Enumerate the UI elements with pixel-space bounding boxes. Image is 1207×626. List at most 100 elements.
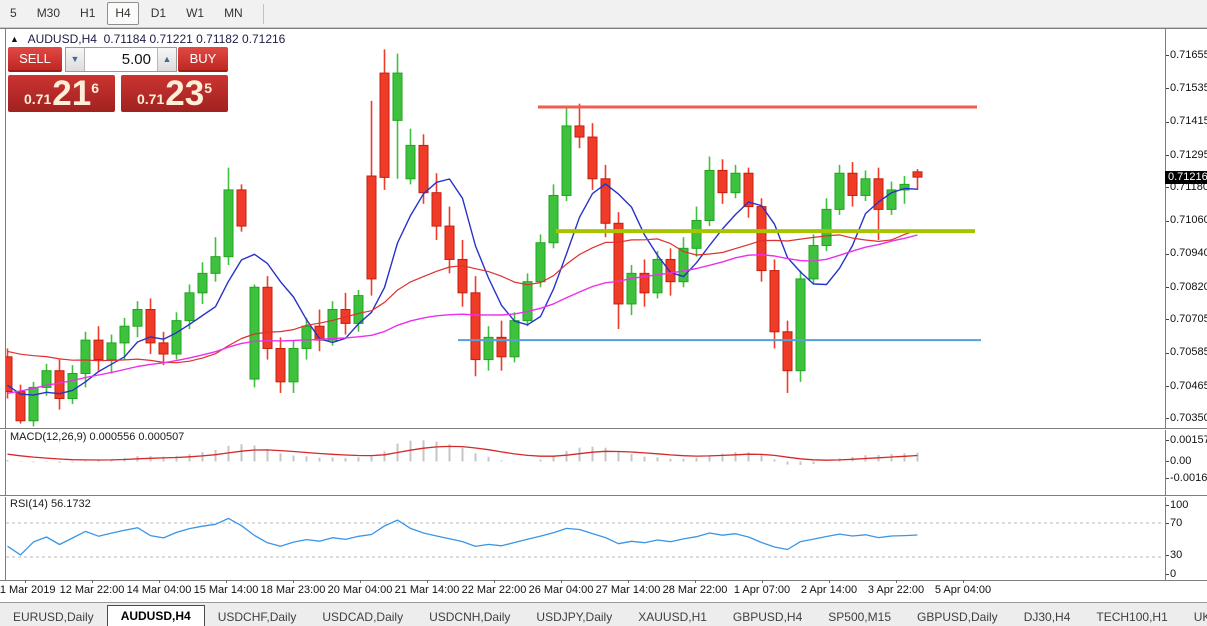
chart-tab-ukc[interactable]: UKC — [1181, 608, 1207, 626]
candle — [379, 49, 390, 190]
time-axis-label: 1 Apr 07:00 — [733, 584, 791, 596]
macd-axis-label: -0.001692 — [1170, 472, 1207, 484]
time-axis-label: 15 Mar 14:00 — [193, 584, 259, 596]
chart-ohlc-values: 0.71184 0.71221 0.71182 0.71216 — [103, 32, 286, 46]
candle — [67, 365, 78, 405]
candle — [912, 169, 923, 190]
candle — [93, 326, 104, 371]
candle — [860, 170, 871, 202]
chart-tab-usdcnh-daily[interactable]: USDCNH,Daily — [416, 608, 523, 626]
price-axis-tick — [1166, 287, 1169, 288]
chart-tab-usdcad-daily[interactable]: USDCAD,Daily — [309, 608, 416, 626]
candle — [470, 276, 481, 377]
timeframe-button-d1[interactable]: D1 — [143, 2, 174, 25]
price-axis-label: 0.70465 — [1170, 380, 1207, 392]
chart-tab-tech100-h1[interactable]: TECH100,H1 — [1083, 608, 1180, 626]
candle — [795, 270, 806, 382]
macd-axis-label: 0.00 — [1170, 455, 1192, 467]
candle — [392, 53, 403, 179]
timeframe-button-5[interactable]: 5 — [2, 2, 25, 25]
price-axis-tick — [1166, 319, 1169, 320]
chart-tab-sp500-m15[interactable]: SP500,M15 — [815, 608, 904, 626]
price-axis-label: 0.71060 — [1170, 214, 1207, 226]
chart-tab-dj30-h4[interactable]: DJ30,H4 — [1011, 608, 1084, 626]
candle — [522, 273, 533, 327]
time-axis-label: 27 Mar 14:00 — [595, 584, 661, 596]
time-axis-label: 22 Mar 22:00 — [461, 584, 527, 596]
price-axis-label: 0.70820 — [1170, 281, 1207, 293]
candle — [548, 184, 559, 249]
macd-axis-tick — [1166, 440, 1169, 441]
candle — [236, 184, 247, 232]
time-axis-line-highlight — [0, 581, 1207, 582]
chart-tab-usdjpy-daily[interactable]: USDJPY,Daily — [523, 608, 625, 626]
timeframe-button-h1[interactable]: H1 — [72, 2, 103, 25]
timeframe-button-m30[interactable]: M30 — [29, 2, 68, 25]
rsi-indicator-panel[interactable] — [6, 497, 1165, 581]
candle — [834, 164, 845, 215]
candle — [717, 159, 728, 204]
timeframe-toolbar: 5 M30 H1 H4 D1 W1 MN — [0, 0, 1207, 28]
chart-title: ▲ AUDUSD,H4 0.71184 0.71221 0.71182 0.71… — [10, 32, 285, 46]
candle — [782, 320, 793, 393]
candle — [132, 301, 143, 338]
time-axis-label: 18 Mar 23:00 — [260, 584, 326, 596]
price-scale-separator — [1165, 29, 1166, 582]
candle — [821, 198, 832, 252]
rsi-axis-label: 70 — [1170, 517, 1183, 529]
price-axis-label: 0.70940 — [1170, 247, 1207, 259]
macd-axis-tick — [1166, 461, 1169, 462]
rsi-line — [7, 517, 918, 556]
time-axis-tick — [494, 580, 495, 583]
time-axis-tick — [427, 580, 428, 583]
time-axis-label: 12 Mar 22:00 — [59, 584, 125, 596]
chart-symbol-label: AUDUSD,H4 — [27, 32, 97, 46]
candle — [639, 259, 650, 307]
candle — [171, 312, 182, 360]
candle — [743, 167, 754, 218]
candle — [847, 162, 858, 207]
candle — [405, 128, 416, 185]
price-axis-label: 0.71655 — [1170, 49, 1207, 61]
time-axis-tick — [25, 580, 26, 583]
price-axis-tick — [1166, 122, 1169, 123]
main-price-chart[interactable] — [6, 46, 1165, 428]
chart-tab-audusd-h4[interactable]: AUDUSD,H4 — [106, 605, 205, 626]
candle — [509, 312, 520, 363]
candle — [496, 320, 507, 371]
time-axis-tick — [561, 580, 562, 583]
collapse-panel-icon[interactable]: ▲ — [10, 34, 19, 44]
chart-tab-eurusd-daily[interactable]: EURUSD,Daily — [0, 608, 107, 626]
timeframe-button-w1[interactable]: W1 — [178, 2, 212, 25]
candle — [6, 348, 13, 399]
candle — [704, 156, 715, 227]
timeframe-button-mn[interactable]: MN — [216, 2, 251, 25]
rsi-axis-label: 100 — [1170, 499, 1189, 511]
chart-tab-xauusd-h1[interactable]: XAUUSD,H1 — [625, 608, 720, 626]
candle — [288, 340, 299, 393]
macd-axis-label: 0.001579 — [1170, 434, 1207, 446]
chart-tab-gbpusd-daily[interactable]: GBPUSD,Daily — [904, 608, 1011, 626]
candle — [886, 181, 897, 215]
rsi-axis-tick — [1166, 505, 1169, 506]
macd-indicator-panel[interactable] — [6, 430, 1165, 494]
candle — [808, 234, 819, 285]
candle — [275, 337, 286, 393]
price-axis-label: 0.71535 — [1170, 82, 1207, 94]
time-axis-label: 26 Mar 04:00 — [528, 584, 594, 596]
price-axis-tick — [1166, 88, 1169, 89]
time-axis-label: 11 Mar 2019 — [0, 584, 56, 596]
chart-tab-bar: EURUSD,Daily AUDUSD,H4 USDCHF,Daily USDCAD,… — [0, 602, 1207, 626]
chart-tab-usdchf-daily[interactable]: USDCHF,Daily — [205, 608, 310, 626]
rsi-axis-tick — [1166, 555, 1169, 556]
trading-app: 5 M30 H1 H4 D1 W1 MN ▲ AUDUSD,H4 0.71184 0.712… — [0, 0, 1207, 626]
chart-tab-gbpusd-h4[interactable]: GBPUSD,H4 — [720, 608, 815, 626]
timeframe-button-h4[interactable]: H4 — [107, 2, 139, 25]
candle — [457, 239, 468, 307]
candle — [769, 259, 780, 349]
candle — [41, 363, 52, 396]
candle — [535, 234, 546, 288]
macd-axis-tick — [1166, 478, 1169, 479]
price-axis-label: 0.70585 — [1170, 346, 1207, 358]
price-axis-tick — [1166, 353, 1169, 354]
